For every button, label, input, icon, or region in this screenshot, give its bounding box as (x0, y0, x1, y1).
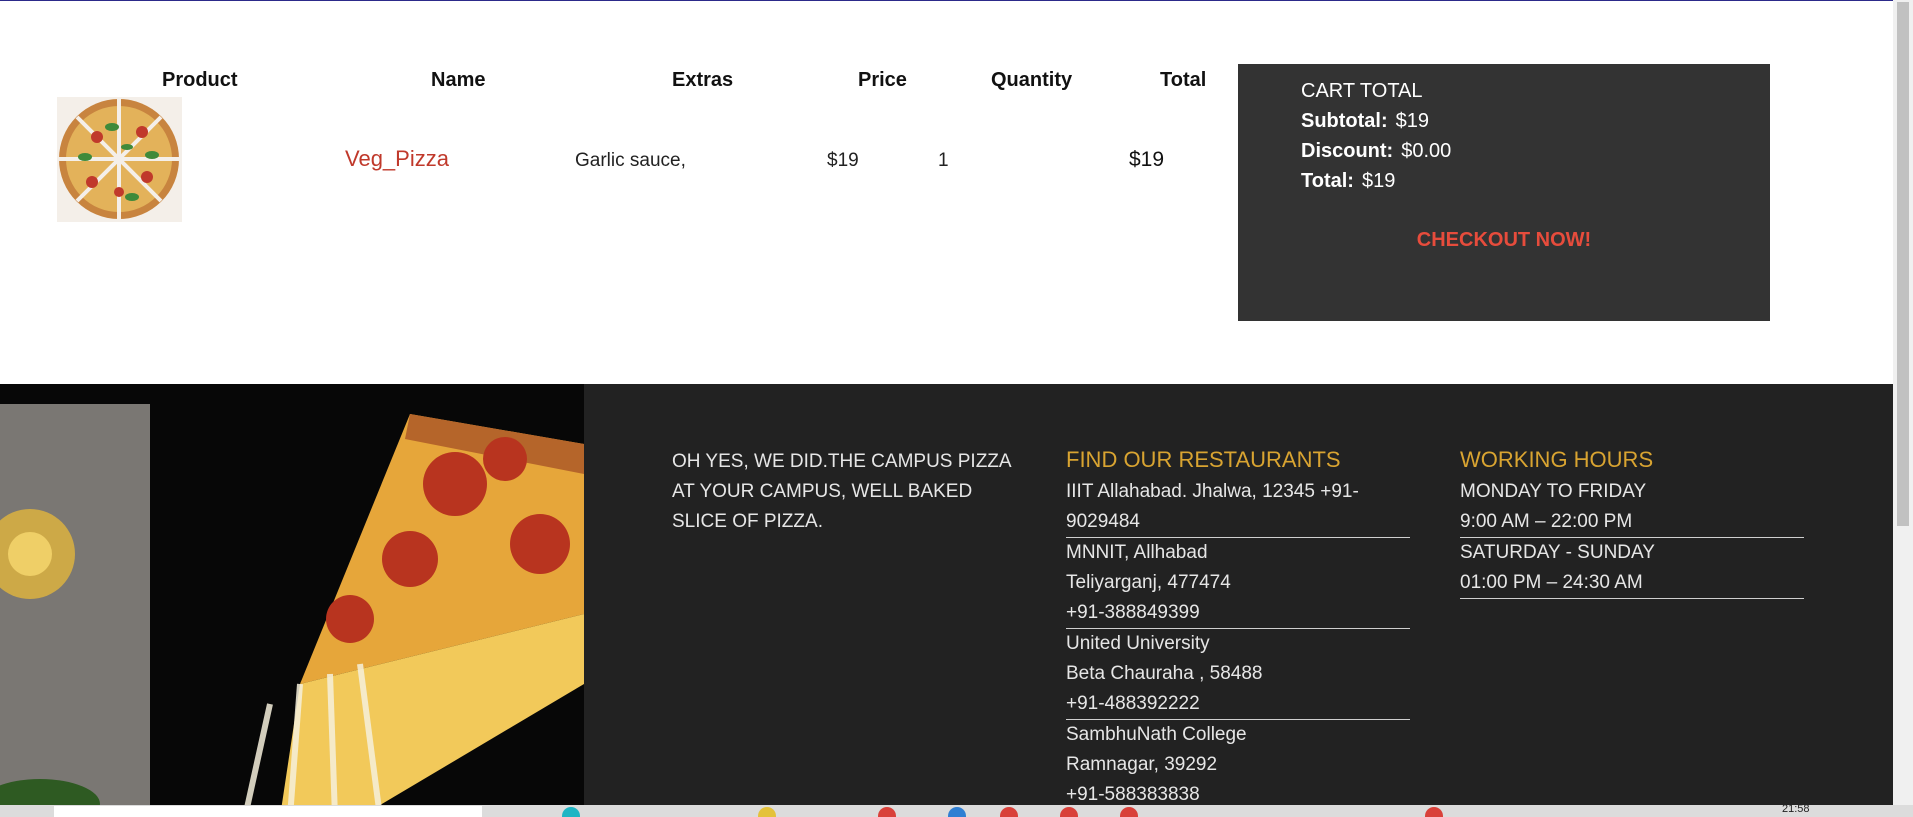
app-icon[interactable] (1425, 807, 1443, 817)
app-icon[interactable] (562, 807, 580, 817)
product-row-total: $19 (1129, 148, 1165, 171)
hours-entry: MONDAY TO FRIDAY 9:00 AM – 22:00 PM (1460, 477, 1804, 538)
hours-entry: SATURDAY - SUNDAY 01:00 PM – 24:30 AM (1460, 538, 1804, 599)
product-extras: Garlic sauce, (575, 150, 686, 171)
app-icon[interactable] (1060, 807, 1078, 817)
header-name: Name (431, 69, 486, 91)
restaurants-title: FIND OUR RESTAURANTS (1066, 447, 1341, 472)
restaurant-entry: United University Beta Chauraha , 58488 … (1066, 629, 1410, 720)
app-icon[interactable] (878, 807, 896, 817)
product-quantity: 1 (938, 150, 949, 171)
hours-line: MONDAY TO FRIDAY (1460, 481, 1647, 502)
hours-line: 9:00 AM – 22:00 PM (1460, 511, 1633, 532)
hours-title: WORKING HOURS (1460, 447, 1654, 472)
header-product: Product (162, 69, 238, 91)
discount-row: Discount: $0.00 (1301, 140, 1451, 163)
taskbar-clock[interactable]: 21:58 (1782, 803, 1810, 815)
header-quantity: Quantity (991, 69, 1073, 91)
restaurant-line: SambhuNath College (1066, 724, 1247, 745)
restaurant-entry: MNNIT, Allhabad Teliyarganj, 477474 +91-… (1066, 538, 1410, 629)
pizza-product-image[interactable] (57, 97, 182, 222)
footer: OH YES, WE DID.THE CAMPUS PIZZA AT YOUR … (0, 384, 1893, 817)
scrollbar-thumb[interactable] (1897, 2, 1909, 526)
restaurant-line: Ramnagar, 39292 (1066, 754, 1218, 775)
cart-total-title: CART TOTAL (1301, 80, 1423, 102)
subtotal-label: Subtotal: (1301, 110, 1388, 132)
subtotal-row: Subtotal: $19 (1301, 110, 1429, 133)
restaurant-line: Beta Chauraha , 58488 (1066, 663, 1263, 684)
total-label: Total: (1301, 170, 1354, 192)
hours-line: 01:00 PM – 24:30 AM (1460, 572, 1643, 593)
hours-line: SATURDAY - SUNDAY (1460, 542, 1655, 563)
top-border (0, 0, 1893, 1)
total-value: $19 (1361, 170, 1396, 192)
checkout-button[interactable]: CHECKOUT NOW! (1238, 229, 1770, 252)
restaurant-line: MNNIT, Allhabad (1066, 542, 1208, 563)
page: Product Name Extras Price Quantity Total… (0, 0, 1913, 817)
app-icon[interactable] (1120, 807, 1138, 817)
header-extras: Extras (672, 69, 734, 91)
discount-label: Discount: (1301, 140, 1394, 162)
pizza-slice-image (0, 384, 584, 817)
vertical-scrollbar[interactable] (1893, 0, 1913, 817)
restaurant-line: United University (1066, 633, 1210, 654)
subtotal-value: $19 (1395, 110, 1430, 132)
product-name-link[interactable]: Veg_Pizza (345, 146, 449, 172)
cart-total-panel: CART TOTAL Subtotal: $19 Discount: $0.00 T… (1238, 64, 1770, 321)
app-icon[interactable] (1000, 807, 1018, 817)
restaurant-line: Teliyarganj, 477474 (1066, 572, 1231, 593)
taskbar: 21:58 (0, 803, 1913, 817)
restaurant-entry: IIIT Allahabad. Jhalwa, 12345 +91-902948… (1066, 477, 1410, 538)
restaurant-line: IIIT Allahabad. Jhalwa, 12345 +91-902948… (1066, 481, 1359, 532)
header-price: Price (858, 69, 907, 91)
app-icon[interactable] (948, 807, 966, 817)
header-total: Total (1160, 69, 1207, 91)
restaurants-column: FIND OUR RESTAURANTS IIIT Allahabad. Jha… (1066, 447, 1410, 811)
restaurant-line: +91-488392222 (1066, 693, 1200, 714)
footer-tagline: OH YES, WE DID.THE CAMPUS PIZZA AT YOUR … (672, 451, 1011, 532)
hours-column: WORKING HOURS MONDAY TO FRIDAY 9:00 AM –… (1460, 447, 1804, 599)
restaurant-line: +91-388849399 (1066, 602, 1200, 623)
total-row: Total: $19 (1301, 170, 1395, 193)
product-price: $19 (827, 150, 859, 171)
restaurant-entry: SambhuNath College Ramnagar, 39292 +91-5… (1066, 720, 1410, 811)
app-icon[interactable] (758, 807, 776, 817)
discount-value: $0.00 (1401, 140, 1452, 162)
taskbar-search-box[interactable] (54, 806, 482, 817)
